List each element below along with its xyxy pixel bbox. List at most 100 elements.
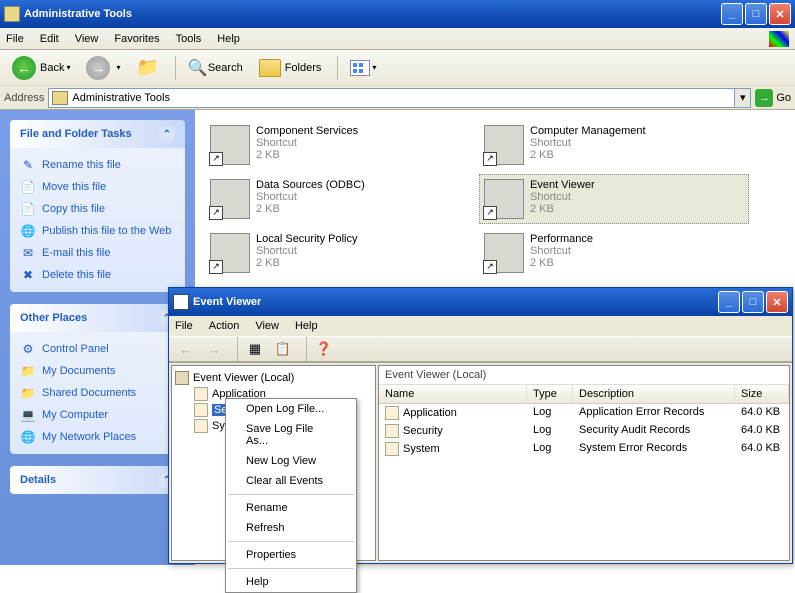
views-button[interactable]: ▾ (344, 58, 382, 78)
context-menu-item[interactable]: Clear all Events (226, 471, 356, 491)
back-icon: ← (12, 56, 36, 80)
maximize-button[interactable]: □ (745, 3, 767, 25)
admin-tools-icon (4, 6, 20, 22)
ev-forward-button[interactable]: → (203, 339, 225, 359)
context-menu-item[interactable]: Open Log File... (226, 399, 356, 419)
address-input[interactable]: Administrative Tools (48, 88, 735, 108)
menu-separator (228, 494, 354, 495)
ev-tree-root[interactable]: Event Viewer (Local) (174, 370, 373, 386)
up-button[interactable]: 📁 (131, 55, 165, 80)
file-size: 2 KB (530, 149, 646, 161)
task-item[interactable]: ✎Rename this file (20, 154, 175, 176)
folders-icon (259, 59, 281, 77)
task-item[interactable]: 💻 My Computer (20, 404, 175, 426)
forward-dropdown-icon[interactable]: ▾ (116, 63, 120, 72)
ev-separator (237, 337, 238, 361)
ev-menu-view[interactable]: View (255, 320, 279, 332)
go-label: Go (776, 92, 791, 104)
ev-col-size[interactable]: Size (735, 385, 789, 403)
file-item[interactable]: Data Sources (ODBC)Shortcut2 KB (205, 174, 475, 224)
ev-back-button[interactable]: ← (175, 339, 197, 359)
ev-close-button[interactable]: ✕ (766, 291, 788, 313)
ev-row-name: Application (403, 407, 457, 419)
file-item[interactable]: Component ServicesShortcut2 KB (205, 120, 475, 170)
menu-edit[interactable]: Edit (40, 33, 59, 45)
address-dropdown[interactable]: ▾ (735, 88, 751, 108)
ev-list-row[interactable]: ApplicationLogApplication Error Records6… (379, 404, 789, 422)
ev-maximize-button[interactable]: □ (742, 291, 764, 313)
context-menu-item[interactable]: New Log View (226, 451, 356, 471)
log-icon (194, 419, 208, 433)
ev-menu-file[interactable]: File (175, 320, 193, 332)
address-value: Administrative Tools (72, 92, 170, 104)
ev-col-type[interactable]: Type (527, 385, 573, 403)
log-icon (385, 406, 399, 420)
context-menu-item[interactable]: Save Log File As... (226, 419, 356, 451)
back-dropdown-icon[interactable]: ▾ (66, 63, 70, 72)
file-item[interactable]: Event ViewerShortcut2 KB (479, 174, 749, 224)
task-item[interactable]: ✖Delete this file (20, 264, 175, 286)
context-menu-item[interactable]: Rename (226, 498, 356, 518)
file-folder-tasks-header[interactable]: File and Folder Tasks ⌃ (10, 120, 185, 148)
ev-tree-root-label: Event Viewer (Local) (193, 372, 294, 384)
back-button[interactable]: ← Back ▾ (6, 54, 76, 82)
file-item[interactable]: Local Security PolicyShortcut2 KB (205, 228, 475, 278)
search-button[interactable]: 🔍 Search (182, 56, 249, 80)
task-label: My Computer (42, 409, 108, 421)
task-icon: 💻 (20, 407, 36, 423)
ev-col-name[interactable]: Name (379, 385, 527, 403)
go-button[interactable]: → Go (755, 89, 791, 107)
ev-help-icon[interactable]: ❓ (313, 339, 335, 359)
menu-help[interactable]: Help (217, 33, 240, 45)
task-item[interactable]: ⚙Control Panel (20, 338, 175, 360)
minimize-button[interactable]: _ (721, 3, 743, 25)
task-item[interactable]: 📁Shared Documents (20, 382, 175, 404)
close-button[interactable]: ✕ (769, 3, 791, 25)
ev-menu-action[interactable]: Action (209, 320, 240, 332)
ev-properties-icon[interactable]: 📋 (272, 339, 294, 359)
task-item[interactable]: 📄Move this file (20, 176, 175, 198)
ev-list-row[interactable]: SystemLogSystem Error Records64.0 KB (379, 440, 789, 458)
context-menu-item[interactable]: Help (226, 572, 356, 592)
log-icon (194, 403, 208, 417)
folders-button[interactable]: Folders (253, 57, 328, 79)
menu-view[interactable]: View (75, 33, 99, 45)
task-item[interactable]: 📄Copy this file (20, 198, 175, 220)
ev-minimize-button[interactable]: _ (718, 291, 740, 313)
ev-separator (306, 337, 307, 361)
shortcut-icon (484, 179, 524, 219)
ev-col-desc[interactable]: Description (573, 385, 735, 403)
toolbar-separator (175, 56, 176, 80)
shortcut-icon (210, 179, 250, 219)
other-places-header[interactable]: Other Places ⌃ (10, 304, 185, 332)
details-header[interactable]: Details ⌃ (10, 466, 185, 494)
search-icon: 🔍 (188, 58, 208, 78)
task-item[interactable]: 📁My Documents (20, 360, 175, 382)
forward-button[interactable]: → ▾ (80, 54, 126, 82)
ev-list-row[interactable]: SecurityLogSecurity Audit Records64.0 KB (379, 422, 789, 440)
collapse-icon[interactable]: ⌃ (159, 126, 175, 142)
menu-file[interactable]: File (6, 33, 24, 45)
file-type: Shortcut (256, 245, 358, 257)
file-item[interactable]: Computer ManagementShortcut2 KB (479, 120, 749, 170)
file-item[interactable]: PerformanceShortcut2 KB (479, 228, 749, 278)
task-icon: ✎ (20, 157, 36, 173)
task-label: E-mail this file (42, 247, 110, 259)
toolbar-separator (337, 56, 338, 80)
menu-favorites[interactable]: Favorites (114, 33, 159, 45)
task-item[interactable]: 🌐My Network Places (20, 426, 175, 448)
ev-row-name: Security (403, 425, 443, 437)
menu-tools[interactable]: Tools (176, 33, 202, 45)
task-item[interactable]: ✉E-mail this file (20, 242, 175, 264)
tasks-panel: File and Folder Tasks ⌃ ✎Rename this fil… (0, 110, 195, 565)
file-type: Shortcut (256, 191, 365, 203)
address-folder-icon (52, 91, 68, 105)
task-icon: 📁 (20, 385, 36, 401)
context-menu-item[interactable]: Refresh (226, 518, 356, 538)
views-dropdown-icon[interactable]: ▾ (372, 63, 376, 72)
ev-menu-help[interactable]: Help (295, 320, 318, 332)
context-menu-item[interactable]: Properties (226, 545, 356, 565)
views-icon (350, 60, 370, 76)
ev-refresh-icon[interactable]: ▦ (244, 339, 266, 359)
task-item[interactable]: 🌐Publish this file to the Web (20, 220, 175, 242)
